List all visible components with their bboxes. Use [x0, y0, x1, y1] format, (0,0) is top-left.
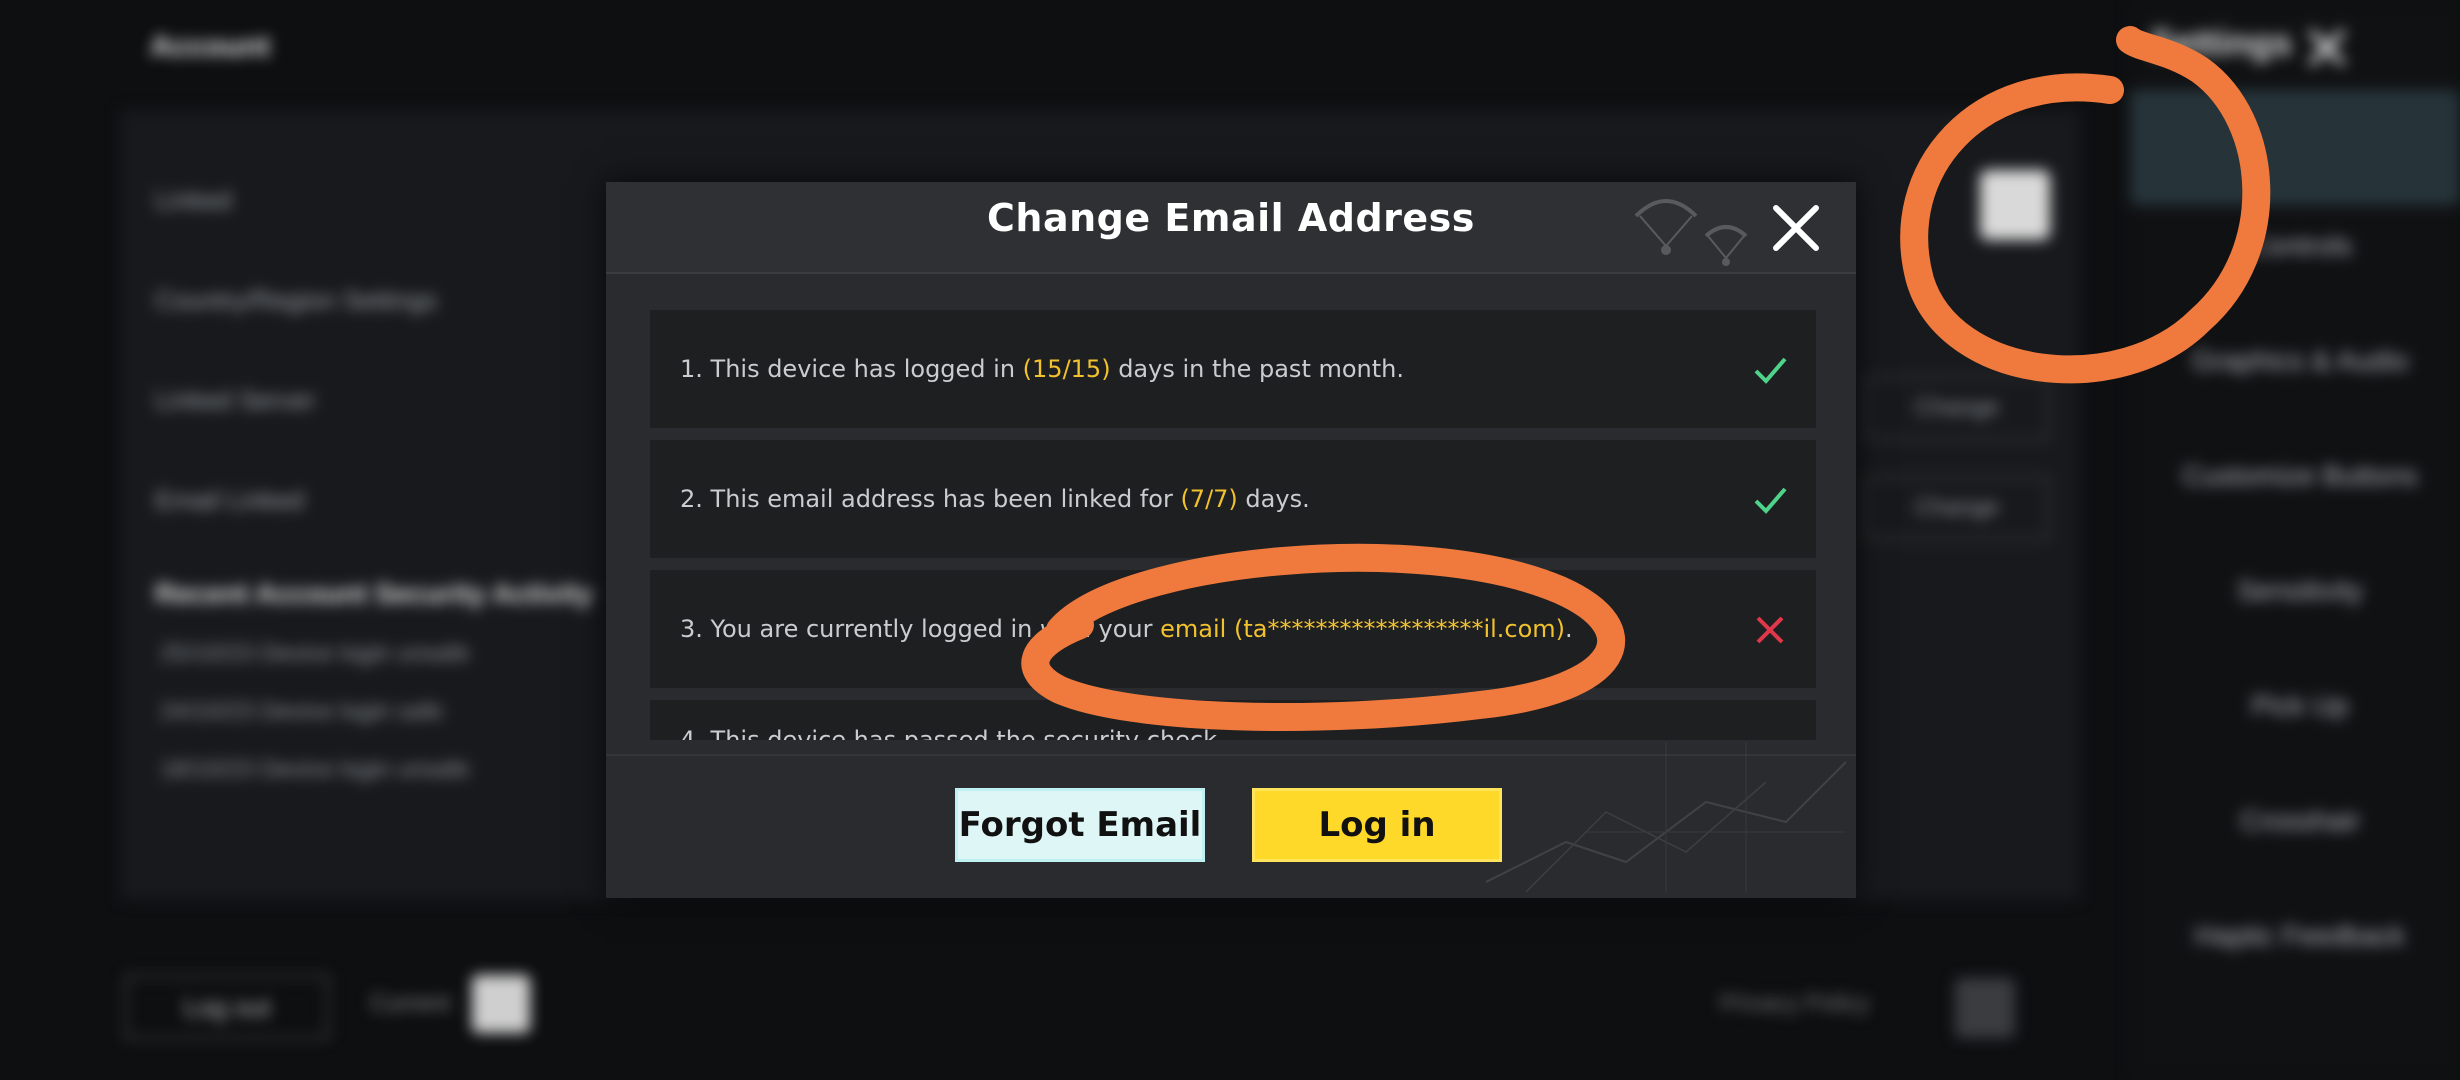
close-button[interactable]: [1756, 188, 1836, 268]
background-row: Country/Region Settings: [155, 285, 437, 315]
condition-text: 4. This device has passed the security c…: [680, 726, 1225, 740]
current-label: Current: [370, 990, 451, 1017]
change-email-dialog: Change Email Address 1. This device has …: [606, 182, 1856, 898]
condition-row: 4. This device has passed the security c…: [650, 700, 1816, 740]
sidebar-item[interactable]: Crosshair: [2140, 805, 2460, 920]
change-button[interactable]: Change: [1865, 476, 2049, 540]
activity-item: 18/10/23 Device login unsafe: [160, 756, 470, 783]
map-decoration: [1486, 742, 1846, 892]
condition-row: 1. This device has logged in (15/15) day…: [650, 310, 1816, 428]
background-row: Linked: [155, 185, 232, 215]
forgot-email-button[interactable]: Forgot Email: [955, 788, 1205, 862]
log-in-button[interactable]: Log in: [1252, 788, 1502, 862]
condition-text: 2. This email address has been linked fo…: [680, 485, 1310, 513]
sidebar-item[interactable]: Pick Up: [2140, 690, 2460, 805]
dialog-title: Change Email Address: [987, 196, 1475, 240]
sidebar-item[interactable]: Customize Buttons: [2140, 460, 2460, 575]
sidebar-item-basic[interactable]: [2130, 90, 2460, 205]
close-icon: [1773, 205, 1819, 251]
settings-title: Settings: [2150, 22, 2293, 63]
security-activity-title: Recent Account Security Activity: [155, 578, 594, 609]
check-icon: [1754, 357, 1787, 384]
conditions-list[interactable]: 1. This device has logged in (15/15) day…: [650, 310, 1816, 740]
condition-row: 2. This email address has been linked fo…: [650, 440, 1816, 558]
security-activity-list: 25/10/23 Device login unsafe 24/10/23 De…: [160, 640, 470, 814]
activity-item: 24/10/23 Device login safe: [160, 698, 443, 725]
sidebar-item[interactable]: Sensitivity: [2140, 575, 2460, 690]
cross-icon: [1756, 616, 1784, 644]
background-header: Account: [150, 30, 270, 63]
privacy-policy-link[interactable]: Privacy Policy: [1720, 990, 1869, 1018]
condition-text: 3. You are currently logged in with your…: [680, 615, 1573, 643]
background-row: Email Linked: [155, 485, 304, 515]
delete-icon[interactable]: [1955, 978, 2015, 1038]
dialog-header: Change Email Address: [606, 182, 1856, 274]
condition-row: 3. You are currently logged in with your…: [650, 570, 1816, 688]
current-account-icon: [472, 975, 530, 1033]
settings-close-icon[interactable]: ✕: [2300, 12, 2354, 87]
sidebar-item[interactable]: Haptic Feedback: [2140, 920, 2460, 1035]
background-rows: Linked Country/Region Settings Linked Se…: [155, 180, 437, 580]
background-row: Linked Server: [155, 385, 316, 415]
sidebar-item[interactable]: Graphics & Audio: [2140, 345, 2460, 460]
check-icon: [1754, 487, 1787, 514]
google-icon: [1980, 170, 2050, 240]
sidebar-list: Controls Graphics & Audio Customize Butt…: [2140, 230, 2460, 1035]
change-button[interactable]: Change: [1865, 376, 2049, 440]
activity-item: 25/10/23 Device login unsafe: [160, 640, 470, 667]
sidebar-item[interactable]: Controls: [2140, 230, 2460, 345]
condition-text: 1. This device has logged in (15/15) day…: [680, 355, 1404, 383]
log-out-button[interactable]: Log out: [125, 975, 329, 1039]
